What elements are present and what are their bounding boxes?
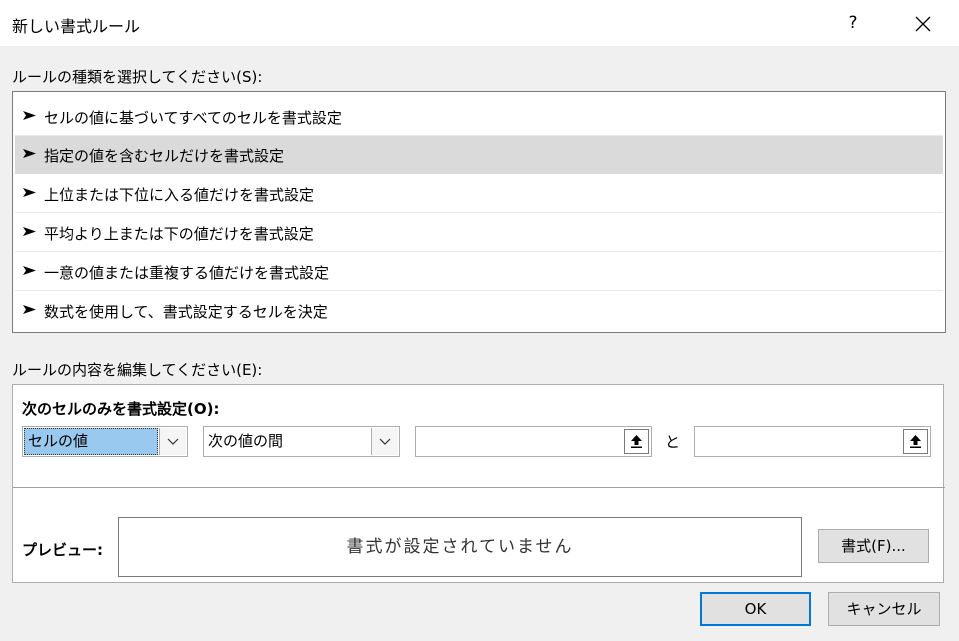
value1-collapse-button[interactable]: [624, 429, 649, 454]
edit-rule-label: ルールの内容を編集してください(E):: [12, 361, 263, 379]
cancel-button[interactable]: キャンセル: [828, 592, 940, 626]
title-bar: 新しい書式ルール ?: [0, 0, 959, 46]
preview-label: プレビュー:: [22, 541, 103, 559]
close-button[interactable]: [906, 8, 940, 38]
triangle-right-icon: [23, 111, 36, 120]
and-label: と: [665, 433, 681, 451]
arrow-up-collapse-icon: [910, 435, 921, 448]
divider: [13, 487, 945, 488]
rule-item-label: セルの値に基づいてすべてのセルを書式設定: [44, 109, 342, 127]
value1-input[interactable]: [415, 426, 652, 457]
rule-item-above-below-average[interactable]: 平均より上または下の値だけを書式設定: [15, 214, 943, 252]
rule-item-label: 数式を使用して、書式設定するセルを決定: [44, 303, 328, 321]
rule-item-formula[interactable]: 数式を使用して、書式設定するセルを決定: [15, 292, 943, 330]
format-button[interactable]: 書式(F)...: [818, 529, 929, 563]
dialog-title: 新しい書式ルール: [12, 17, 141, 36]
condition-type-select[interactable]: セルの値: [22, 426, 188, 457]
triangle-right-icon: [23, 227, 36, 236]
chevron-down-icon: [379, 438, 391, 445]
format-only-label: 次のセルのみを書式設定(O):: [22, 400, 220, 418]
value2-input[interactable]: [694, 426, 931, 457]
triangle-right-icon: [23, 305, 36, 314]
operator-value: 次の値の間: [208, 432, 284, 450]
arrow-up-collapse-icon: [631, 435, 642, 448]
edit-rule-panel: 次のセルのみを書式設定(O): セルの値 次の値の間 と プレビュー: 書式が設…: [12, 384, 945, 583]
rule-item-unique-duplicate[interactable]: 一意の値または重複する値だけを書式設定: [15, 253, 943, 291]
triangle-right-icon: [23, 266, 36, 275]
rule-item-label: 指定の値を含むセルだけを書式設定: [44, 147, 285, 165]
condition-type-dropdown-button[interactable]: [159, 428, 186, 455]
triangle-right-icon: [23, 188, 36, 197]
triangle-right-icon: [23, 149, 36, 158]
value2-collapse-button[interactable]: [903, 429, 928, 454]
rule-type-list[interactable]: セルの値に基づいてすべてのセルを書式設定 指定の値を含むセルだけを書式設定 上位…: [12, 91, 946, 333]
chevron-down-icon: [167, 438, 179, 445]
rule-item-label: 上位または下位に入る値だけを書式設定: [44, 186, 315, 204]
preview-box: 書式が設定されていません: [118, 517, 802, 577]
rule-item-label: 一意の値または重複する値だけを書式設定: [44, 264, 330, 282]
rule-item-top-bottom[interactable]: 上位または下位に入る値だけを書式設定: [15, 175, 943, 213]
condition-type-value: セルの値: [24, 428, 158, 455]
rule-type-label: ルールの種類を選択してください(S):: [12, 68, 263, 86]
ok-button[interactable]: OK: [700, 592, 811, 626]
operator-select[interactable]: 次の値の間: [203, 426, 400, 457]
rule-item-all-cells[interactable]: セルの値に基づいてすべてのセルを書式設定: [15, 98, 943, 136]
rule-item-contains[interactable]: 指定の値を含むセルだけを書式設定: [15, 136, 943, 174]
help-button[interactable]: ?: [838, 8, 868, 38]
rule-item-label: 平均より上または下の値だけを書式設定: [44, 225, 314, 243]
operator-dropdown-button[interactable]: [371, 428, 398, 455]
close-icon: [915, 16, 931, 31]
